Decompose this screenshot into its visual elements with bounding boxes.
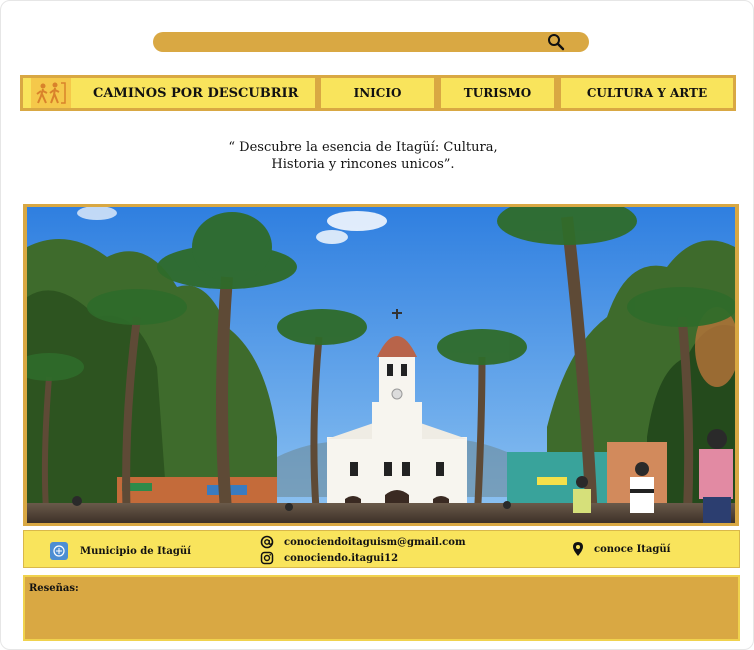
location-link[interactable]: conoce Itagüí xyxy=(572,541,670,557)
municipality-shield-icon xyxy=(50,542,68,560)
main-nav: CAMINOS POR DESCUBRIR INICIO TURISMO CUL… xyxy=(20,75,736,111)
nav-item-cultura-y-arte[interactable]: CULTURA Y ARTE xyxy=(561,78,733,108)
nav-item-turismo[interactable]: TURISMO xyxy=(441,78,554,108)
email-link[interactable]: conociendoitaguism@gmail.com xyxy=(260,534,466,550)
search-bar[interactable] xyxy=(153,32,589,52)
brand-link[interactable]: CAMINOS POR DESCUBRIR xyxy=(23,78,315,108)
hero-frame xyxy=(23,204,739,526)
municipality-link[interactable]: Municipio de Itagüí xyxy=(50,542,191,560)
location-label: conoce Itagüí xyxy=(594,543,671,555)
nav-item-inicio[interactable]: INICIO xyxy=(321,78,434,108)
quote-line-2: Historia y rincones unicos”. xyxy=(271,157,455,172)
search-icon[interactable] xyxy=(547,33,565,51)
hero-image xyxy=(27,207,735,523)
instagram-link[interactable]: conociendo.itagui12 xyxy=(260,550,398,566)
info-footer: Municipio de Itagüí conociendoitaguism@g… xyxy=(23,530,740,568)
reviews-section[interactable]: Reseñas: xyxy=(23,575,740,641)
brand-title: CAMINOS POR DESCUBRIR xyxy=(93,85,299,101)
instagram-icon xyxy=(260,551,274,565)
hero-quote: “ Descubre la esencia de Itagüí: Cultura… xyxy=(178,139,548,173)
at-sign-icon xyxy=(260,535,274,549)
quote-line-1: “ Descubre la esencia de Itagüí: Cultura… xyxy=(228,140,498,155)
church-plaza-illustration xyxy=(27,207,735,523)
reviews-label: Reseñas: xyxy=(29,583,79,594)
map-pin-icon xyxy=(573,542,583,556)
email-text: conociendoitaguism@gmail.com xyxy=(284,536,466,548)
instagram-text: conociendo.itagui12 xyxy=(284,552,399,564)
municipality-label: Municipio de Itagüí xyxy=(80,545,191,557)
walking-people-logo-icon xyxy=(31,78,71,108)
contact-block: conociendoitaguism@gmail.com conociendo.… xyxy=(260,534,466,566)
page: CAMINOS POR DESCUBRIR INICIO TURISMO CUL… xyxy=(0,0,754,650)
